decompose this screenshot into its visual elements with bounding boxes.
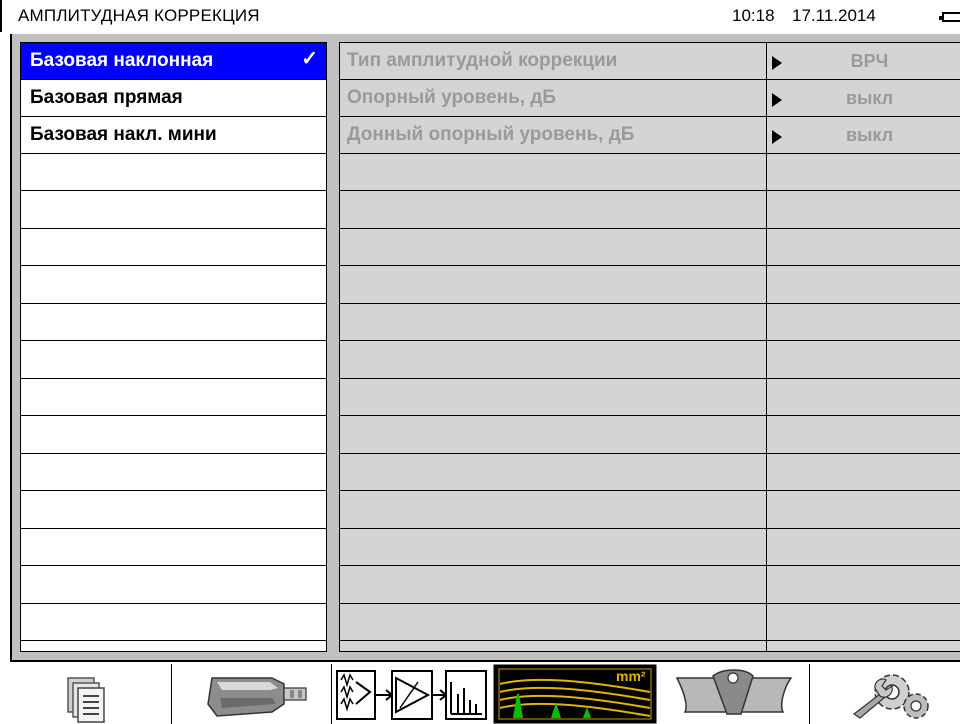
param-row-bottom-reference-level[interactable]: Донный опорный уровень, дБ выкл (340, 117, 960, 154)
probe-button[interactable] (172, 664, 332, 724)
param-name: Опорный уровень, дБ (347, 87, 557, 108)
list-item-empty[interactable] (21, 229, 326, 266)
param-row-empty (340, 604, 960, 641)
param-value: ВРЧ (850, 51, 889, 71)
param-row-empty (340, 379, 960, 416)
param-row-empty (340, 417, 960, 454)
clock-time: 10:18 (732, 6, 775, 25)
list-item-label: Базовая накл. мини (30, 124, 217, 145)
clock-date: 17.11.2014 (792, 6, 876, 25)
list-item-empty[interactable] (21, 379, 326, 416)
check-icon: ✓ (301, 48, 318, 70)
param-row-empty (340, 154, 960, 191)
list-item-empty[interactable] (21, 267, 326, 304)
documents-icon (67, 677, 105, 723)
list-item-empty[interactable] (21, 567, 326, 604)
weld-joint-icon (675, 669, 793, 715)
param-row-empty (340, 229, 960, 266)
list-item-empty[interactable] (21, 604, 326, 641)
param-value: выкл (845, 125, 894, 145)
param-row-reference-level[interactable]: Опорный уровень, дБ выкл (340, 80, 960, 117)
list-item-empty[interactable] (21, 492, 326, 529)
param-row-correction-type[interactable]: Тип амплитудной коррекции ВРЧ (340, 43, 960, 80)
parameters-table: Тип амплитудной коррекции ВРЧ Опорный ур… (339, 42, 960, 652)
weld-joint-button[interactable] (657, 664, 810, 724)
list-item-empty[interactable] (21, 342, 326, 379)
param-row-empty (340, 304, 960, 341)
header-bar: АМПЛИТУДНАЯ КОРРЕКЦИЯ 10:18 17.11.2014 (0, 0, 960, 32)
list-item-base-inclined-mini[interactable]: Базовая накл. мини (21, 117, 326, 154)
list-item-empty[interactable] (21, 192, 326, 229)
param-name: Донный опорный уровень, дБ (347, 124, 635, 145)
list-item-label: Базовая прямая (30, 87, 183, 108)
correction-list: Базовая наклонная ✓ Базовая прямая Базов… (20, 42, 327, 652)
documents-button[interactable] (10, 664, 172, 724)
screen-title: АМПЛИТУДНАЯ КОРРЕКЦИЯ (18, 6, 260, 25)
param-value: выкл (845, 88, 894, 108)
param-row-empty (340, 267, 960, 304)
settings-gears-icon (852, 674, 929, 719)
param-row-empty (340, 192, 960, 229)
param-row-empty (340, 567, 960, 604)
list-item-label: Базовая наклонная (30, 50, 214, 71)
list-item-empty[interactable] (21, 454, 326, 491)
list-item-base-inclined[interactable]: Базовая наклонная ✓ (21, 43, 326, 80)
list-item-empty[interactable] (21, 529, 326, 566)
param-row-empty (340, 454, 960, 491)
list-item-empty[interactable] (21, 417, 326, 454)
list-item-base-straight[interactable]: Базовая прямая (21, 80, 326, 117)
list-item-empty[interactable] (21, 304, 326, 341)
bottom-toolbar: mm² (10, 664, 960, 724)
settings-button[interactable] (810, 664, 960, 724)
param-row-empty (340, 492, 960, 529)
probe-icon (207, 677, 307, 717)
dac-curve-button[interactable]: mm² (492, 664, 657, 724)
battery-icon (939, 12, 960, 22)
unit-label: mm² (616, 668, 646, 684)
signal-chain-icon (336, 670, 487, 720)
param-row-empty (340, 529, 960, 566)
list-item-empty[interactable] (21, 154, 326, 191)
signal-chain-button[interactable] (332, 664, 492, 724)
param-name: Тип амплитудной коррекции (347, 50, 618, 71)
param-row-empty (340, 342, 960, 379)
